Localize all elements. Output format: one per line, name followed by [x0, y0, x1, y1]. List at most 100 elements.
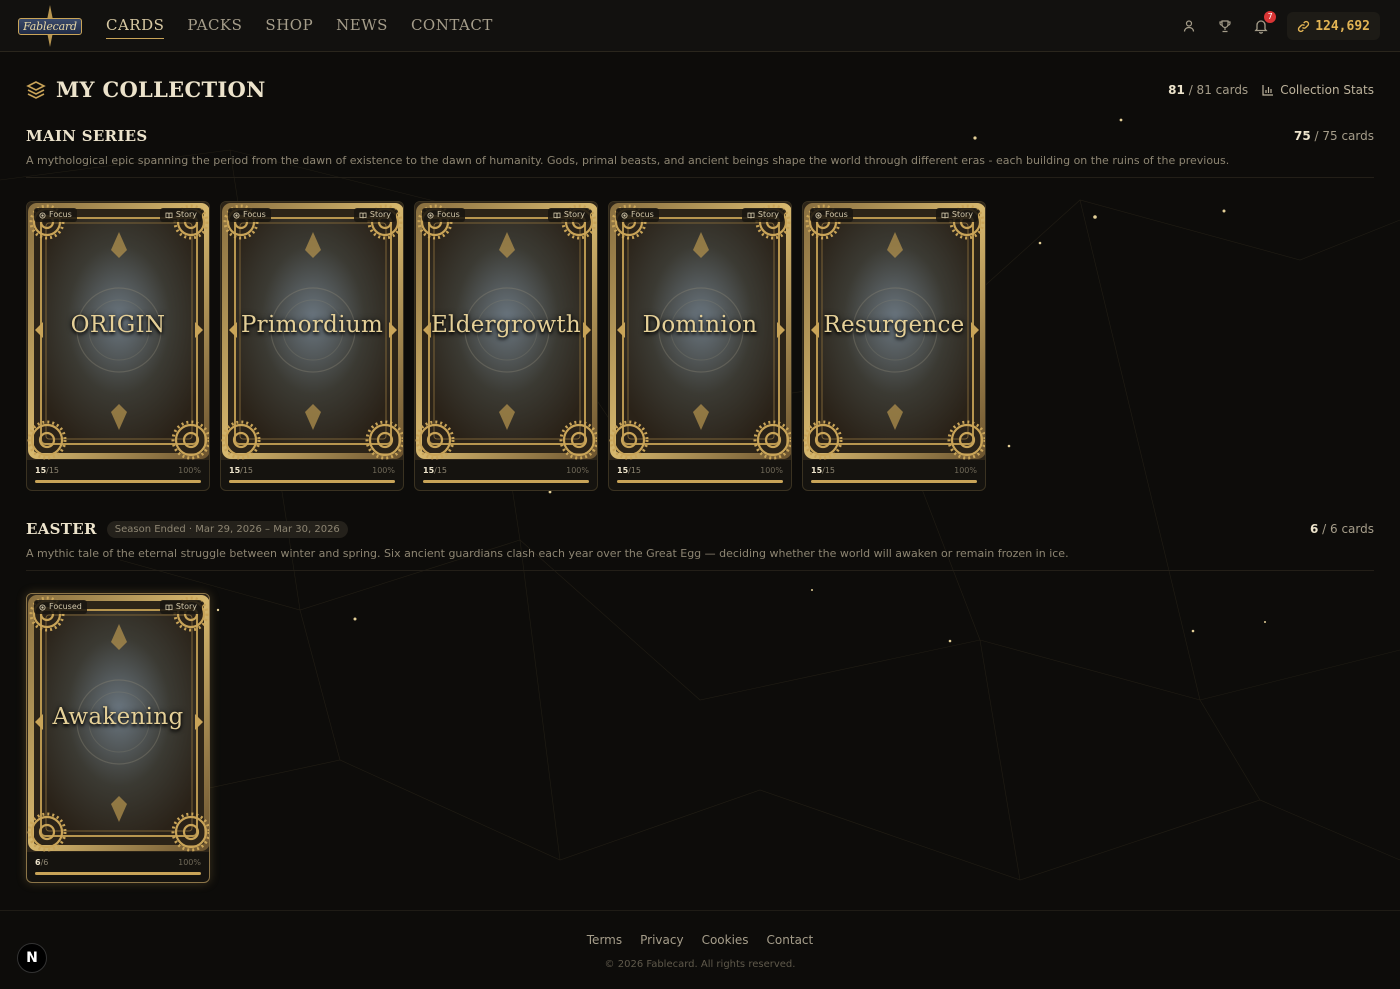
progress-fill	[35, 480, 201, 483]
page-footer: Terms Privacy Cookies Contact © 2026 Fab…	[0, 910, 1400, 989]
story-button[interactable]: Story	[353, 208, 396, 222]
progress-track	[35, 480, 201, 483]
focus-label: Focus	[437, 210, 460, 219]
nav-link-contact[interactable]: Contact	[411, 0, 493, 52]
card-progress-count: 15/15	[617, 466, 641, 475]
collection-card[interactable]: Eldergrowth Focus Story 15/15 100%	[414, 201, 598, 491]
card-owned-count: 15	[617, 466, 629, 475]
series-title-text: Easter	[26, 520, 97, 538]
nav-link-packs[interactable]: Packs	[187, 0, 242, 52]
series-title-text: Main Series	[26, 127, 148, 145]
card-name: Awakening	[52, 704, 184, 730]
collection-card[interactable]: Dominion Focus Story 15/15 100%	[608, 201, 792, 491]
focus-icon	[39, 211, 46, 219]
card-name: ORIGIN	[70, 312, 166, 338]
fablecard-logo[interactable]: Fablecard	[18, 5, 82, 47]
card-name: Eldergrowth	[430, 312, 582, 338]
achievements-button[interactable]	[1207, 8, 1243, 44]
section-divider	[26, 570, 1374, 571]
story-button[interactable]: Story	[547, 208, 590, 222]
focus-toggle[interactable]: Focused	[34, 600, 87, 614]
card-progress-count: 15/15	[229, 466, 253, 475]
focus-icon	[621, 211, 628, 219]
focus-toggle[interactable]: Focus	[228, 208, 271, 222]
card-total-count: /15	[240, 466, 254, 475]
focus-toggle[interactable]: Focus	[616, 208, 659, 222]
layers-icon	[26, 80, 46, 99]
story-label: Story	[175, 602, 197, 611]
card-progress-percent: 100%	[178, 466, 201, 475]
collection-card[interactable]: Awakening Focused Story 6/6 100%	[26, 593, 210, 883]
focus-toggle[interactable]: Focus	[34, 208, 77, 222]
notification-count-badge: 7	[1264, 11, 1277, 23]
book-icon	[165, 604, 173, 610]
series-section-easter: Easter Season Ended · Mar 29, 2026 – Mar…	[26, 520, 1374, 571]
footer-link-privacy[interactable]: Privacy	[640, 933, 683, 947]
profile-button[interactable]	[1171, 8, 1207, 44]
focus-icon	[39, 603, 46, 611]
focus-icon	[815, 211, 822, 219]
collection-summary: 81 / 81 cards Collection Stats	[1168, 83, 1374, 97]
card-progress-count: 6/6	[35, 858, 48, 867]
collection-total-count: / 81 cards	[1188, 83, 1249, 97]
focus-toggle[interactable]: Focus	[810, 208, 853, 222]
focus-label: Focus	[243, 210, 266, 219]
dev-tools-button[interactable]: N	[17, 943, 47, 973]
series-total-count: / 6 cards	[1322, 522, 1374, 536]
series-owned-count: 6	[1309, 522, 1319, 536]
coin-balance[interactable]: 124,692	[1287, 12, 1380, 40]
nav-link-cards[interactable]: Cards	[106, 0, 165, 52]
focus-icon	[233, 211, 240, 219]
footer-link-contact[interactable]: Contact	[767, 933, 814, 947]
notifications-button[interactable]: 7	[1243, 8, 1279, 44]
card-total-count: /15	[46, 466, 60, 475]
footer-link-cookies[interactable]: Cookies	[702, 933, 749, 947]
card-grid-easter: Awakening Focused Story 6/6 100%	[26, 593, 210, 883]
story-button[interactable]: Story	[935, 208, 978, 222]
story-label: Story	[369, 210, 391, 219]
page-header: My Collection 81 / 81 cards Collection S…	[26, 77, 1374, 107]
card-progress: 15/15 100%	[811, 466, 977, 486]
focus-toggle[interactable]: Focus	[422, 208, 465, 222]
focus-label: Focus	[631, 210, 654, 219]
card-progress-percent: 100%	[178, 858, 201, 867]
story-label: Story	[951, 210, 973, 219]
progress-track	[229, 480, 395, 483]
card-name: Dominion	[642, 312, 758, 338]
coin-balance-value: 124,692	[1315, 18, 1370, 34]
user-icon	[1184, 20, 1195, 32]
footer-link-terms[interactable]: Terms	[587, 933, 622, 947]
logo-wordmark: Fablecard	[18, 17, 82, 35]
story-button[interactable]: Story	[159, 208, 202, 222]
card-progress-count: 15/15	[35, 466, 59, 475]
series-description: A mythic tale of the eternal struggle be…	[26, 547, 1069, 560]
series-card-count: 6 / 6 cards	[1310, 522, 1374, 536]
card-owned-count: 15	[811, 466, 823, 475]
season-status-badge: Season Ended · Mar 29, 2026 – Mar 30, 20…	[106, 520, 348, 538]
progress-track	[423, 480, 589, 483]
nav-link-news[interactable]: News	[336, 0, 388, 52]
story-button[interactable]: Story	[741, 208, 784, 222]
series-total-count: / 75 cards	[1314, 129, 1374, 143]
collection-card[interactable]: Resurgence Focus Story 15/15 100%	[802, 201, 986, 491]
series-description: A mythological epic spanning the period …	[26, 154, 1230, 167]
card-progress-percent: 100%	[372, 466, 395, 475]
bar-chart-icon	[1262, 85, 1274, 96]
nav-link-shop[interactable]: Shop	[265, 0, 313, 52]
card-progress-percent: 100%	[566, 466, 589, 475]
focus-label: Focused	[49, 602, 82, 611]
collection-card[interactable]: ORIGIN Focus Story 15/15 100%	[26, 201, 210, 491]
collection-card[interactable]: Primordium Focus Story 15/15 100%	[220, 201, 404, 491]
card-progress-count: 15/15	[811, 466, 835, 475]
card-progress: 15/15 100%	[617, 466, 783, 486]
card-total-count: /6	[40, 858, 49, 867]
series-title: Easter Season Ended · Mar 29, 2026 – Mar…	[26, 520, 1374, 538]
story-button[interactable]: Story	[159, 600, 202, 614]
collection-stats-button[interactable]: Collection Stats	[1262, 83, 1374, 97]
series-section-main: Main Series 75 / 75 cards A mythological…	[26, 127, 1374, 178]
card-name: Primordium	[240, 312, 384, 338]
card-progress: 15/15 100%	[229, 466, 395, 486]
story-label: Story	[563, 210, 585, 219]
progress-fill	[35, 872, 201, 875]
progress-track	[35, 872, 201, 875]
